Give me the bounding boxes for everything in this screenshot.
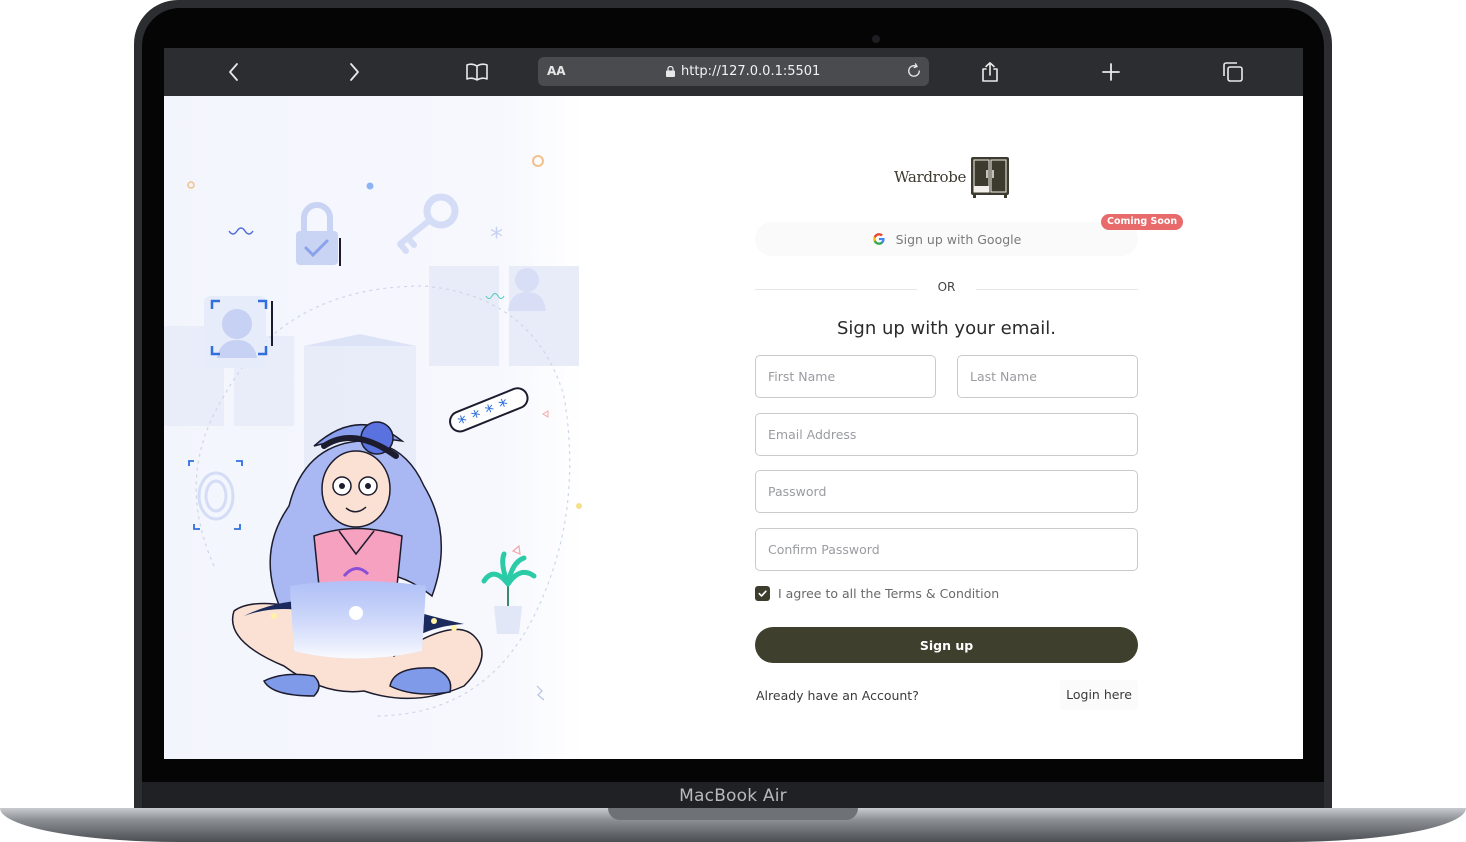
chevron-right-icon[interactable] — [342, 60, 366, 84]
last-name-field[interactable] — [957, 355, 1138, 398]
terms-row: I agree to all the Terms & Condition — [755, 586, 999, 601]
google-signup-button[interactable]: Sign up with Google — [755, 222, 1138, 256]
brand-name: Wardrobe — [894, 168, 967, 186]
divider-right — [976, 289, 1138, 290]
browser-toolbar: AA http://127.0.0.1:5501 — [164, 48, 1303, 96]
login-link[interactable]: Login here — [1060, 680, 1138, 710]
terms-checkbox[interactable] — [755, 586, 770, 601]
confirm-password-field[interactable] — [755, 528, 1138, 571]
laptop-hinge-notch — [608, 808, 858, 820]
divider-or: OR — [937, 280, 956, 294]
share-icon[interactable] — [978, 60, 1002, 84]
coming-soon-badge: Coming Soon — [1101, 214, 1184, 230]
signup-form: Wardrobe Sign up with Google Coming Soon… — [755, 96, 1184, 759]
device-label: MacBook Air — [142, 782, 1324, 810]
google-icon — [872, 233, 885, 245]
google-button-label: Sign up with Google — [895, 231, 1022, 247]
password-field[interactable] — [755, 470, 1138, 513]
reader-button[interactable]: AA — [547, 57, 566, 86]
book-icon[interactable] — [465, 60, 489, 84]
form-heading: Sign up with your email. — [836, 318, 1056, 339]
chevron-left-icon[interactable] — [222, 60, 246, 84]
address-bar[interactable]: AA http://127.0.0.1:5501 — [538, 57, 929, 86]
reload-icon[interactable] — [905, 62, 923, 80]
plus-icon[interactable] — [1099, 60, 1123, 84]
brand-logo: Wardrobe — [894, 156, 1010, 198]
svg-text:*: * — [490, 223, 503, 253]
wardrobe-icon — [971, 157, 1010, 198]
terms-label: I agree to all the Terms & Condition — [778, 586, 1000, 601]
browser-screen: AA http://127.0.0.1:5501 * * * * * Wardr… — [164, 48, 1303, 759]
illustration-art: * * * * * — [164, 155, 582, 717]
already-account-text: Already have an Account? — [756, 688, 919, 703]
first-name-field[interactable] — [755, 355, 936, 398]
checkmark-icon — [758, 590, 767, 597]
signup-page: * * * * * Wardrobe Sign up with Google C… — [164, 96, 1303, 759]
security-illustration: * * * * * — [164, 96, 584, 759]
tabs-icon[interactable] — [1221, 60, 1245, 84]
url-text: http://127.0.0.1:5501 — [681, 64, 821, 79]
camera-icon — [872, 35, 880, 43]
email-field[interactable] — [755, 413, 1138, 456]
lock-icon — [666, 66, 675, 77]
signup-button[interactable]: Sign up — [755, 627, 1138, 663]
